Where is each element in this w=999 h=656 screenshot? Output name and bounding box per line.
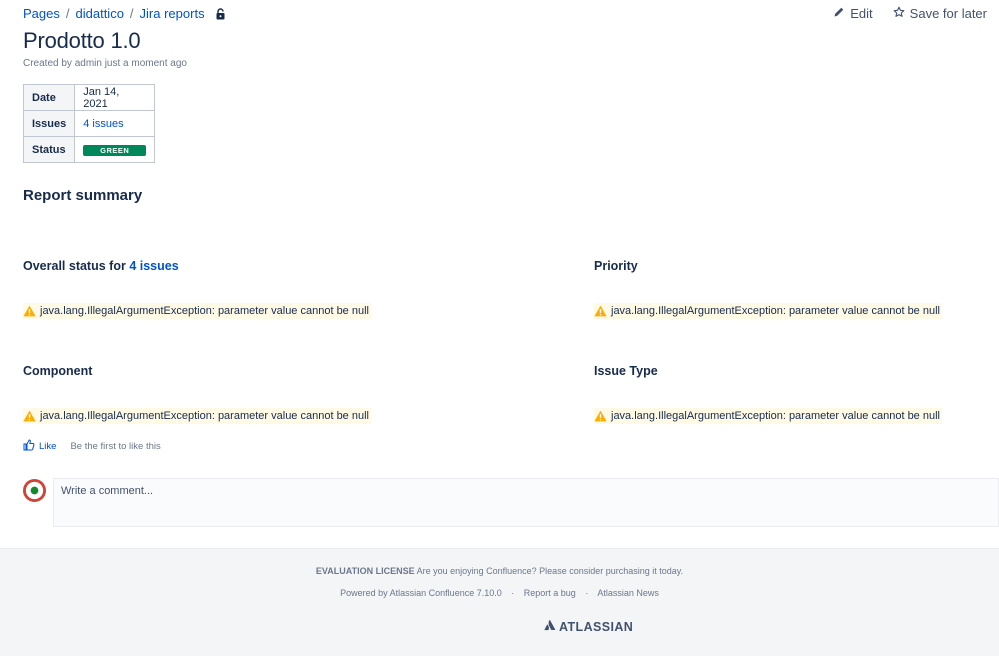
table-row: Issues 4 issues [22, 110, 156, 137]
issues-label: Issues [22, 110, 76, 137]
star-icon [893, 6, 905, 21]
edit-button[interactable]: Edit [833, 6, 873, 21]
atlassian-logo-text: ATLASSIAN [559, 619, 634, 634]
warning-icon [594, 305, 607, 317]
footer-links: Powered by Atlassian Confluence 7.10.0 ·… [0, 588, 999, 598]
table-row: Status GREEN [22, 136, 156, 163]
breadcrumb-jira-reports[interactable]: Jira reports [140, 6, 205, 21]
error-message: java.lang.IllegalArgumentException: para… [40, 305, 369, 317]
overall-status-error: java.lang.IllegalArgumentException: para… [23, 303, 371, 319]
footer: EVALUATION LICENSE Are you enjoying Conf… [0, 548, 999, 656]
error-message: java.lang.IllegalArgumentException: para… [611, 410, 940, 422]
issue-type-heading: Issue Type [594, 364, 658, 378]
breadcrumb: Pages / didattico / Jira reports [23, 6, 226, 21]
error-message: java.lang.IllegalArgumentException: para… [40, 410, 369, 422]
atlassian-logo-icon [544, 619, 556, 634]
issues-link[interactable]: 4 issues [83, 118, 123, 130]
warning-icon [23, 305, 36, 317]
thumbs-up-icon [23, 439, 35, 454]
breadcrumb-pages[interactable]: Pages [23, 6, 60, 21]
issue-type-error: java.lang.IllegalArgumentException: para… [594, 408, 942, 424]
page-actions: Edit Save for later [833, 6, 987, 21]
component-heading: Component [23, 364, 93, 378]
like-row: Like Be the first to like this [23, 439, 161, 454]
lock-icon[interactable] [215, 7, 226, 20]
error-message: java.lang.IllegalArgumentException: para… [611, 305, 940, 317]
report-summary-heading: Report summary [23, 187, 143, 204]
footer-separator: · [511, 588, 515, 598]
powered-by-link[interactable]: Powered by Atlassian Confluence 7.10.0 [340, 588, 502, 598]
save-for-later-button[interactable]: Save for later [893, 6, 987, 21]
page-byline: Created by admin just a moment ago [23, 58, 187, 69]
evaluation-license-notice: EVALUATION LICENSE Are you enjoying Conf… [0, 566, 999, 576]
priority-heading: Priority [594, 259, 638, 273]
like-label: Like [39, 441, 57, 452]
overall-status-heading: Overall status for 4 issues [23, 259, 179, 273]
page-properties-table: Date Jan 14, 2021 Issues 4 issues Status… [22, 84, 156, 163]
save-for-later-label: Save for later [909, 6, 987, 21]
warning-icon [594, 410, 607, 422]
comment-input[interactable]: Write a comment... [53, 478, 999, 527]
date-label: Date [22, 84, 76, 111]
like-summary: Be the first to like this [70, 441, 161, 452]
overall-issues-link[interactable]: 4 issues [129, 259, 178, 273]
avatar[interactable] [23, 479, 46, 502]
atlassian-logo[interactable]: ATLASSIAN [544, 619, 633, 634]
status-cell: GREEN [74, 136, 156, 163]
page-title: Prodotto 1.0 [23, 28, 141, 53]
warning-icon [23, 410, 36, 422]
like-button[interactable]: Like [23, 439, 56, 454]
issues-cell: 4 issues [74, 110, 156, 137]
table-row: Date Jan 14, 2021 [22, 84, 156, 111]
atlassian-news-link[interactable]: Atlassian News [597, 588, 659, 598]
status-badge: GREEN [83, 144, 147, 156]
edit-label: Edit [850, 6, 873, 21]
report-bug-link[interactable]: Report a bug [524, 588, 576, 598]
breadcrumb-separator: / [65, 6, 70, 21]
pencil-icon [833, 6, 845, 21]
priority-error: java.lang.IllegalArgumentException: para… [594, 303, 942, 319]
component-error: java.lang.IllegalArgumentException: para… [23, 408, 371, 424]
breadcrumb-separator: / [129, 6, 134, 21]
footer-separator: · [585, 588, 589, 598]
date-value: Jan 14, 2021 [74, 84, 156, 111]
overall-status-prefix: Overall status for [23, 259, 126, 273]
breadcrumb-didattico[interactable]: didattico [76, 6, 124, 21]
evaluation-license-text: Are you enjoying Confluence? Please cons… [416, 566, 684, 576]
status-label: Status [22, 136, 76, 163]
evaluation-license-label: EVALUATION LICENSE [315, 566, 415, 576]
